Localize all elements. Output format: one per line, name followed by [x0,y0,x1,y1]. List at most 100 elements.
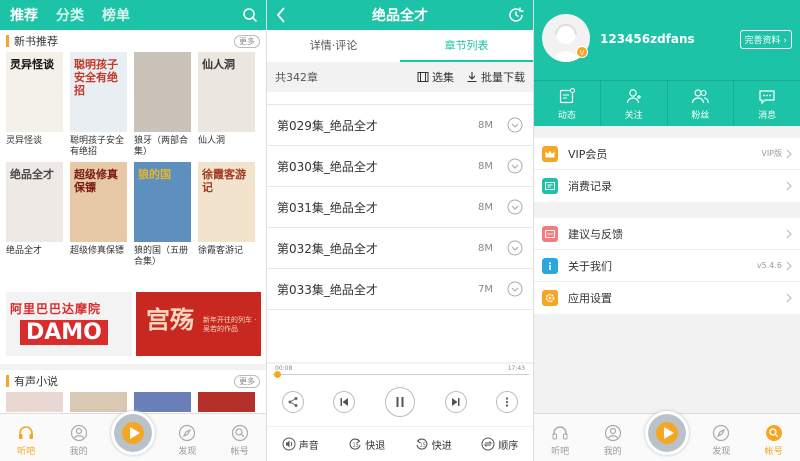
book-cover[interactable]: 狼的国 [134,162,191,242]
book-item[interactable]: 徐霞客游记 徐霞客游记 [198,162,262,268]
chapter-row[interactable]: 第033集_绝品全才 7M [267,269,533,310]
more-options-button[interactable] [496,391,519,413]
nav-account[interactable]: 帐号 [754,424,794,457]
menu-about[interactable]: 关于我们 v5.4.6 [534,250,800,282]
more-button[interactable]: 更多 [234,374,260,388]
tab-details[interactable]: 详情·评论 [267,30,400,62]
skip-back-icon [338,396,350,408]
now-playing-disc[interactable] [645,411,689,455]
account-icon [231,424,249,444]
book-title: 灵异怪谈 [6,136,43,146]
section-marker [6,35,9,47]
tab-ranking[interactable]: 榜单 [102,5,130,25]
menu-consumption[interactable]: 消费记录 [534,170,800,202]
stat-feed[interactable]: 动态 [534,81,601,126]
download-circle-icon[interactable] [507,281,523,297]
audio-cover[interactable] [134,392,191,412]
book-cover[interactable]: 灵异怪谈 [6,52,63,132]
banner-damo[interactable]: 阿里巴巴达摩院 DAMO [6,292,132,356]
chapter-row[interactable]: 第029集_绝品全才 8M [267,105,533,146]
progress-knob[interactable] [274,371,282,378]
nav-discover[interactable]: 发现 [167,424,207,457]
stat-follow[interactable]: 关注 [601,81,668,126]
progress-track [273,374,529,375]
menu-label: VIP会员 [568,147,608,161]
book-cover[interactable]: 徐霞客游记 [198,162,255,242]
nav-mine[interactable]: 我的 [593,424,633,457]
chapter-size: 8M [478,242,493,254]
book-cover-text: 超级修真保镖 [74,168,118,194]
audio-cover[interactable] [70,392,127,412]
menu-label: 消费记录 [568,180,612,193]
menu-label: 关于我们 [568,259,612,273]
download-circle-icon[interactable] [507,240,523,256]
book-cover[interactable]: 仙人洞 [198,52,255,132]
more-button[interactable]: 更多 [234,34,260,48]
chapter-row[interactable]: 第031集_绝品全才 8M [267,187,533,228]
pause-button[interactable] [384,387,415,417]
nav-label: 发现 [178,447,197,457]
share-button[interactable] [281,391,304,413]
chapter-list-inner: 第028集_绝品全才7M第029集_绝品全才8M第030集_绝品全才8M第031… [267,92,533,310]
book-cover[interactable]: 绝品全才 [6,162,63,242]
download-circle-icon[interactable] [507,199,523,215]
sound-button[interactable]: 声音 [282,437,319,452]
audio-cover[interactable] [6,392,63,412]
headphones-icon [17,424,35,444]
book-item[interactable]: 灵异怪谈 灵异怪谈 [6,52,70,158]
profile-panel: V 123456zdfans 完善资料 › 动态 关注 粉丝 消息 VIP会员 … [534,0,800,461]
book-item[interactable]: 绝品全才 绝品全才 [6,162,70,268]
batch-download-button[interactable]: 批量下载 [466,69,525,85]
audio-cover[interactable] [198,392,255,412]
next-button[interactable] [444,391,467,413]
download-circle-icon[interactable] [507,117,523,133]
nav-discover[interactable]: 发现 [701,424,741,457]
book-cover[interactable]: 聪明孩子安全有绝招 [70,52,127,132]
book-item[interactable]: 狼牙（两部合集） [134,52,198,158]
nav-label: 帐号 [764,447,783,457]
menu-vip[interactable]: VIP会员 VIP版 [534,138,800,170]
chapter-size: 8M [478,160,493,172]
stat-fans[interactable]: 粉丝 [668,81,735,126]
tab-chapters[interactable]: 章节列表 [400,30,533,62]
chapter-row[interactable]: 第028集_绝品全才7M [267,92,533,105]
book-cover[interactable]: 超级修真保镖 [70,162,127,242]
record-icon [542,178,558,194]
nav-listen[interactable]: 听吧 [6,424,46,457]
nav-mine[interactable]: 我的 [59,424,99,457]
chapter-row[interactable]: 第032集_绝品全才 8M [267,228,533,269]
book-item[interactable]: 聪明孩子安全有绝招 聪明孩子安全有绝招 [70,52,134,158]
tab-category[interactable]: 分类 [56,5,84,25]
book-item[interactable]: 超级修真保镖 超级修真保镖 [70,162,134,268]
forward-button[interactable]: 15 快进 [415,437,452,452]
book-item[interactable]: 仙人洞 仙人洞 [198,52,262,158]
history-icon[interactable] [507,6,525,24]
edit-profile-button[interactable]: 完善资料 › [739,30,792,49]
nav-listen[interactable]: 听吧 [540,424,580,457]
action-label: 快进 [431,440,452,452]
menu-settings[interactable]: 应用设置 [534,282,800,314]
tab-recommend[interactable]: 推荐 [10,5,38,25]
download-circle-icon[interactable] [507,158,523,174]
now-playing-disc[interactable] [111,411,155,455]
stat-message[interactable]: 消息 [734,81,800,126]
previous-button[interactable] [333,391,356,413]
rewind-button[interactable]: 15 快退 [348,437,385,452]
book-item[interactable]: 狼的国 狼的国（五册合集） [134,162,198,268]
progress-bar[interactable]: 00:08 17:43 [267,364,533,378]
search-icon[interactable] [242,7,258,23]
select-episodes-button[interactable]: 选集 [417,69,454,85]
chapter-row[interactable]: 第030集_绝品全才 8M [267,146,533,187]
chapter-size: 8M [478,119,493,131]
book-cover[interactable] [134,52,191,132]
order-button[interactable]: 顺序 [481,437,518,452]
book-cover-text: 徐霞客游记 [202,168,246,194]
pause-icon [393,395,407,409]
banner-gongshang[interactable]: 宫殇 新年开往的列车 · 吴若的作品 [136,292,261,356]
menu-group-account: VIP会员 VIP版 消费记录 [534,138,800,202]
back-icon[interactable] [275,6,287,24]
menu-label: 应用设置 [568,292,612,305]
menu-feedback[interactable]: 建议与反馈 [534,218,800,250]
nav-account[interactable]: 帐号 [220,424,260,457]
chevron-right-icon [786,261,792,271]
